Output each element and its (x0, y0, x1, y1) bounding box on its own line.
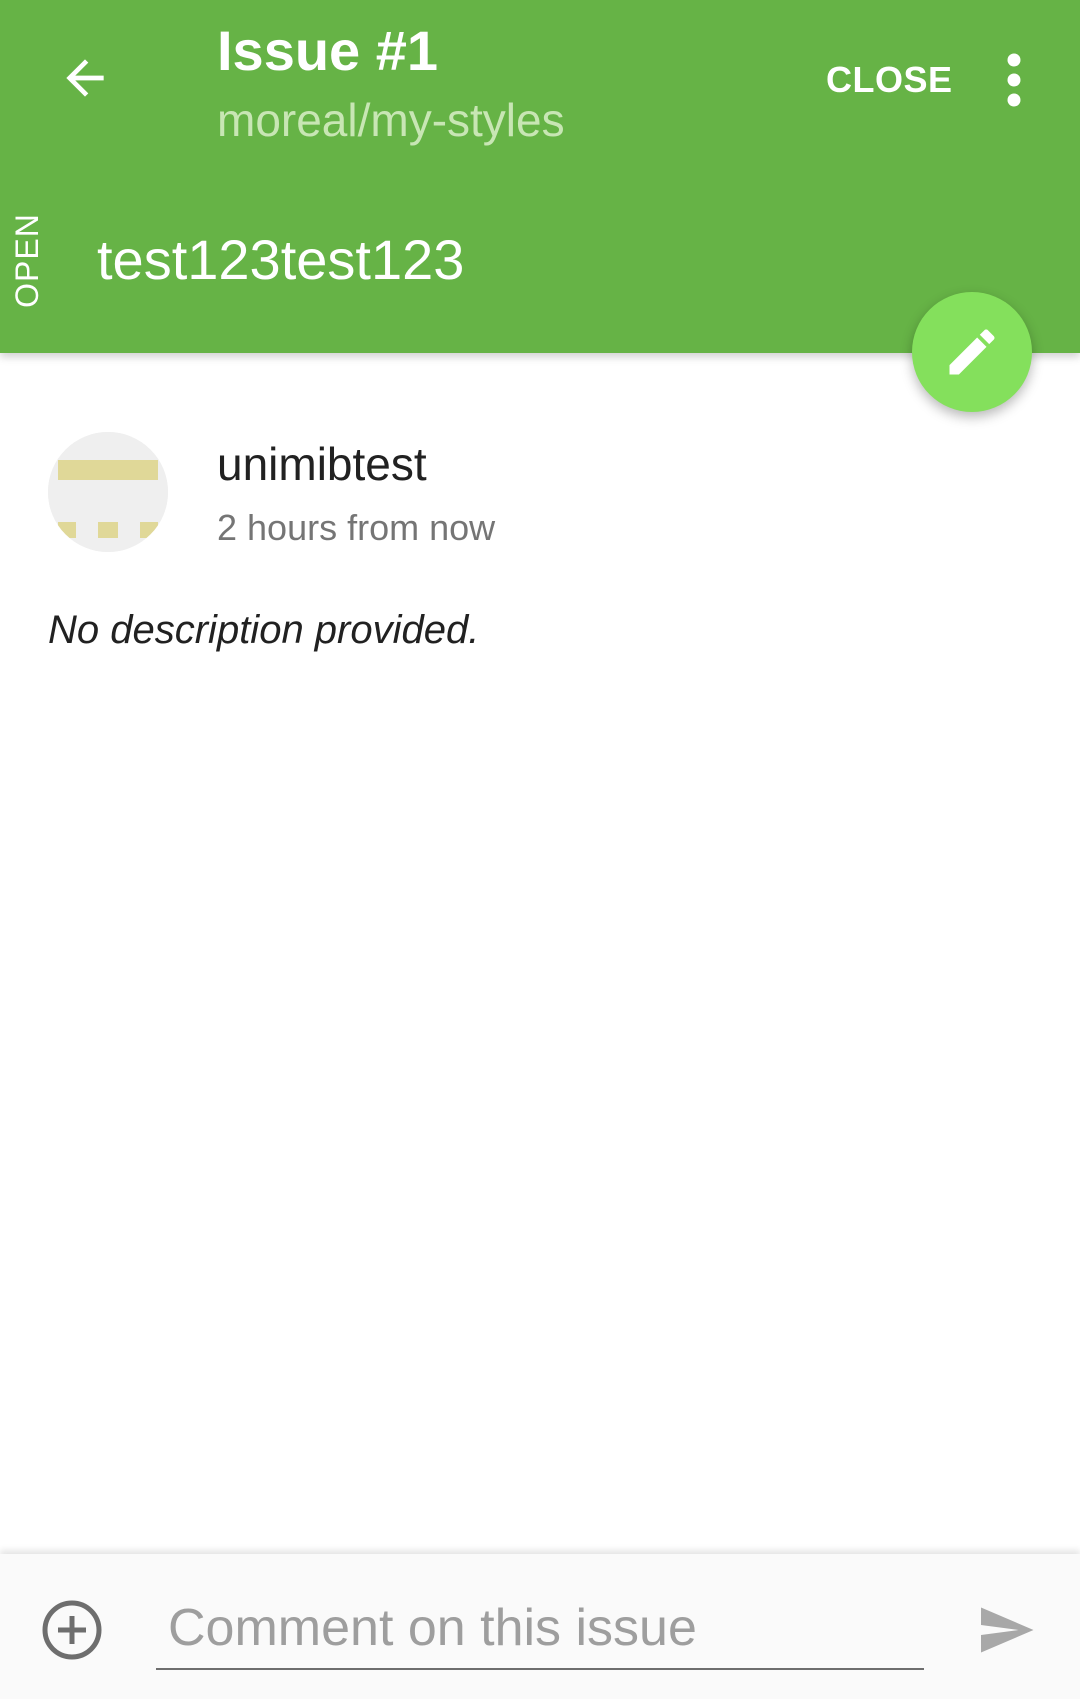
add-circle-icon (42, 1600, 102, 1660)
more-options-button[interactable] (985, 44, 1043, 116)
identicon-image (48, 432, 168, 552)
issue-title: test123test123 (97, 228, 465, 291)
close-issue-button[interactable]: CLOSE (812, 50, 967, 110)
comment-input[interactable] (156, 1588, 924, 1670)
issue-timestamp: 2 hours from now (217, 507, 496, 548)
app-header: Issue #1 moreal/my-styles CLOSE OPEN tes… (0, 0, 1080, 353)
author-avatar[interactable] (48, 432, 168, 552)
issue-status-text: OPEN (8, 212, 45, 308)
author-name[interactable]: unimibtest (217, 436, 427, 492)
issue-description: No description provided. (48, 608, 480, 652)
page-title: Issue #1 (217, 19, 439, 82)
comment-bar (0, 1554, 1080, 1699)
more-vert-icon (1007, 53, 1021, 107)
back-button[interactable] (40, 38, 130, 118)
issue-status-label: OPEN (0, 210, 54, 310)
send-icon (981, 1607, 1034, 1653)
send-button[interactable] (968, 1594, 1044, 1666)
attach-button[interactable] (36, 1594, 108, 1666)
edit-issue-button[interactable] (912, 292, 1032, 412)
repository-name[interactable]: moreal/my-styles (217, 92, 565, 148)
edit-pencil-icon (949, 329, 995, 375)
arrow-back-icon (66, 59, 104, 97)
